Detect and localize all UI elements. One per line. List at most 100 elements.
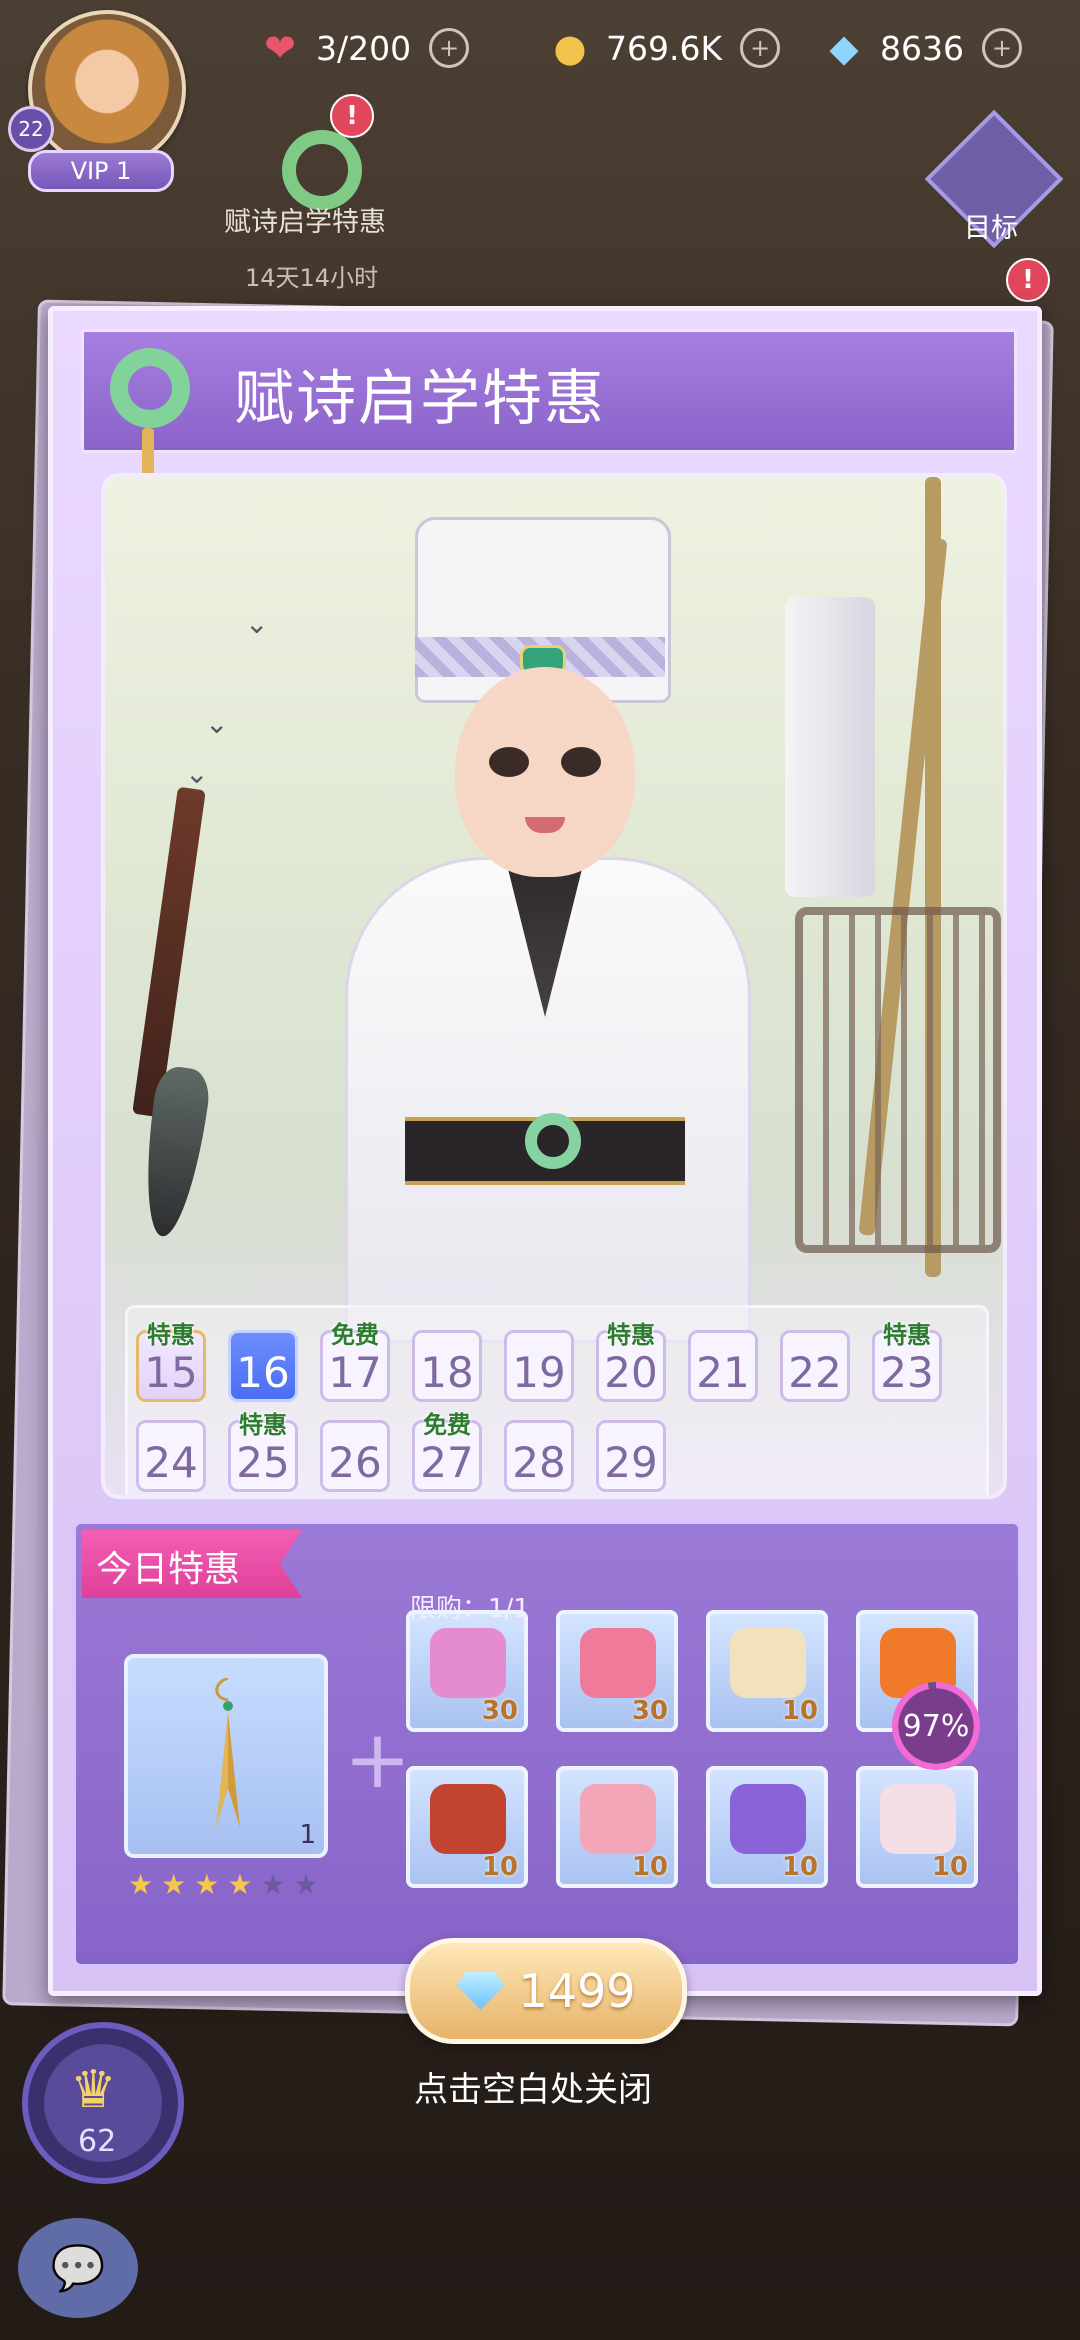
calendar-day[interactable]: 19: [504, 1330, 574, 1402]
purple-feather-icon: [730, 1784, 806, 1854]
mouth: [525, 817, 565, 833]
silk-ribbon-icon: [730, 1628, 806, 1698]
calendar-day[interactable]: 15 特惠: [136, 1321, 206, 1402]
star-icon: ★: [227, 1868, 253, 1901]
reward-item[interactable]: 30: [406, 1610, 528, 1732]
rarity-stars: ★ ★ ★ ★ ★ ★: [128, 1868, 319, 1901]
calendar-day-tag: 特惠: [239, 1411, 287, 1439]
bird-icon: ⌄: [205, 707, 229, 740]
rank-button[interactable]: ♛ 62: [22, 2022, 184, 2184]
reward-count: 10: [781, 1696, 818, 1726]
character-illustration: ⌄ ⌄ ⌄ 15 特惠 16 17 免费 18 19 20 特惠 21 22 23 特惠 24 25 特惠 26…: [101, 473, 1007, 1499]
reward-item[interactable]: 30: [556, 1610, 678, 1732]
calendar-day[interactable]: 20 特惠: [596, 1321, 666, 1402]
earring-icon: [215, 1678, 240, 1828]
calendar-day[interactable]: 26: [320, 1420, 390, 1492]
belt-jade-icon: [525, 1113, 581, 1169]
promo-label[interactable]: 赋诗启学特惠: [224, 200, 386, 239]
calendar-day-number: 25: [236, 1438, 290, 1487]
event-calendar: 15 特惠 16 17 免费 18 19 20 特惠 21 22 23 特惠 24 25 特惠 26 27 免费 28…: [125, 1305, 989, 1495]
bamboo-chair: [795, 907, 1001, 1253]
calendar-day-tag: 特惠: [147, 1321, 195, 1349]
reward-count: 30: [481, 1696, 518, 1726]
calendar-day-number: 21: [696, 1348, 750, 1397]
calendar-day-number: 23: [880, 1348, 934, 1397]
calendar-day-tag: 免费: [423, 1411, 471, 1439]
calendar-day-number: 19: [512, 1348, 566, 1397]
reward-item[interactable]: 10: [556, 1766, 678, 1888]
jade-ornament-icon: [110, 348, 190, 428]
calendar-day[interactable]: 24: [136, 1420, 206, 1492]
today-offer-label: 今日特惠: [96, 1549, 241, 1590]
gift-box-icon: [430, 1628, 506, 1698]
heart-icon: ❤: [264, 26, 296, 70]
avatar[interactable]: [28, 10, 186, 168]
discount-progress-badge: 97%: [892, 1682, 980, 1770]
add-diamond-button[interactable]: +: [981, 28, 1022, 68]
calendar-day-number: 28: [512, 1438, 566, 1487]
reward-count: 10: [481, 1852, 518, 1882]
calendar-day[interactable]: 28: [504, 1420, 574, 1492]
reward-item[interactable]: 10: [706, 1610, 828, 1732]
calendar-day-number: 17: [328, 1348, 382, 1397]
rank-number: 62: [78, 2124, 117, 2159]
calendar-day[interactable]: 16: [228, 1330, 298, 1402]
star-icon: ★: [194, 1868, 220, 1901]
calendar-day[interactable]: 23 特惠: [872, 1321, 942, 1402]
calendar-day-tag: 特惠: [607, 1321, 655, 1349]
reward-item[interactable]: 10: [706, 1766, 828, 1888]
calendar-day[interactable]: 25 特惠: [228, 1411, 298, 1492]
calendar-day-number: 22: [788, 1348, 842, 1397]
calendar-day[interactable]: 21: [688, 1330, 758, 1402]
main-reward-earring[interactable]: 1: [124, 1654, 328, 1858]
player-level-badge: 22: [8, 106, 54, 152]
bird-icon: ⌄: [185, 757, 209, 790]
panel-title: 赋诗启学特惠: [234, 364, 606, 434]
chat-bubble-icon: 💬: [50, 2243, 106, 2294]
goal-alert-icon: !: [1006, 258, 1050, 302]
diamond-value: 8636: [880, 28, 964, 68]
reward-item[interactable]: 10: [856, 1766, 978, 1888]
reward-count: 10: [631, 1852, 668, 1882]
promo-alert-icon: !: [330, 94, 374, 138]
gold-display: ● 769.6K +: [548, 26, 781, 70]
pink-fabric-icon: [580, 1784, 656, 1854]
today-offer-tag: 今日特惠: [82, 1530, 302, 1598]
chat-button[interactable]: 💬: [18, 2218, 138, 2318]
calendar-day-tag: 免费: [331, 1321, 379, 1349]
star-icon: ★: [260, 1868, 286, 1901]
calendar-day-number: 26: [328, 1438, 382, 1487]
gold-coin-icon: ●: [553, 26, 587, 70]
vip-badge[interactable]: VIP 1: [28, 150, 174, 192]
reward-count: 30: [631, 1696, 668, 1726]
calendar-day-number: 15: [144, 1348, 198, 1397]
calendar-day[interactable]: 18: [412, 1330, 482, 1402]
diamond-display: ◆ 8636 +: [822, 26, 1022, 70]
calendar-day[interactable]: 29: [596, 1420, 666, 1492]
promo-timer: 14天14小时: [245, 264, 379, 292]
player-avatar-area[interactable]: 22 VIP 1: [8, 10, 188, 192]
calendar-day[interactable]: 17 免费: [320, 1321, 390, 1402]
promo-jade-icon[interactable]: [282, 130, 362, 210]
title-bar: 赋诗启学特惠: [81, 329, 1017, 478]
add-stamina-button[interactable]: +: [429, 28, 470, 68]
calendar-day-number: 27: [420, 1438, 474, 1487]
calendar-day-number: 29: [604, 1438, 658, 1487]
star-icon: ★: [128, 1868, 154, 1901]
add-gold-button[interactable]: +: [740, 28, 781, 68]
calendar-day[interactable]: 22: [780, 1330, 850, 1402]
price-label: 1499: [518, 1964, 636, 2018]
red-leather-icon: [430, 1784, 506, 1854]
buy-button[interactable]: 1499: [405, 1938, 687, 2044]
calligraphy-brush-handle: [132, 786, 206, 1118]
goal-label[interactable]: 目标: [964, 206, 1018, 245]
reward-count: 10: [781, 1852, 818, 1882]
calendar-day-number: 24: [144, 1438, 198, 1487]
stamina-display: ❤ 3/200 +: [258, 26, 470, 70]
bird-icon: ⌄: [245, 607, 269, 640]
close-hint: 点击空白处关闭: [414, 2070, 652, 2110]
left-eye: [489, 747, 529, 777]
calendar-day[interactable]: 27 免费: [412, 1411, 482, 1492]
star-icon: ★: [293, 1868, 319, 1901]
reward-item[interactable]: 10: [406, 1766, 528, 1888]
